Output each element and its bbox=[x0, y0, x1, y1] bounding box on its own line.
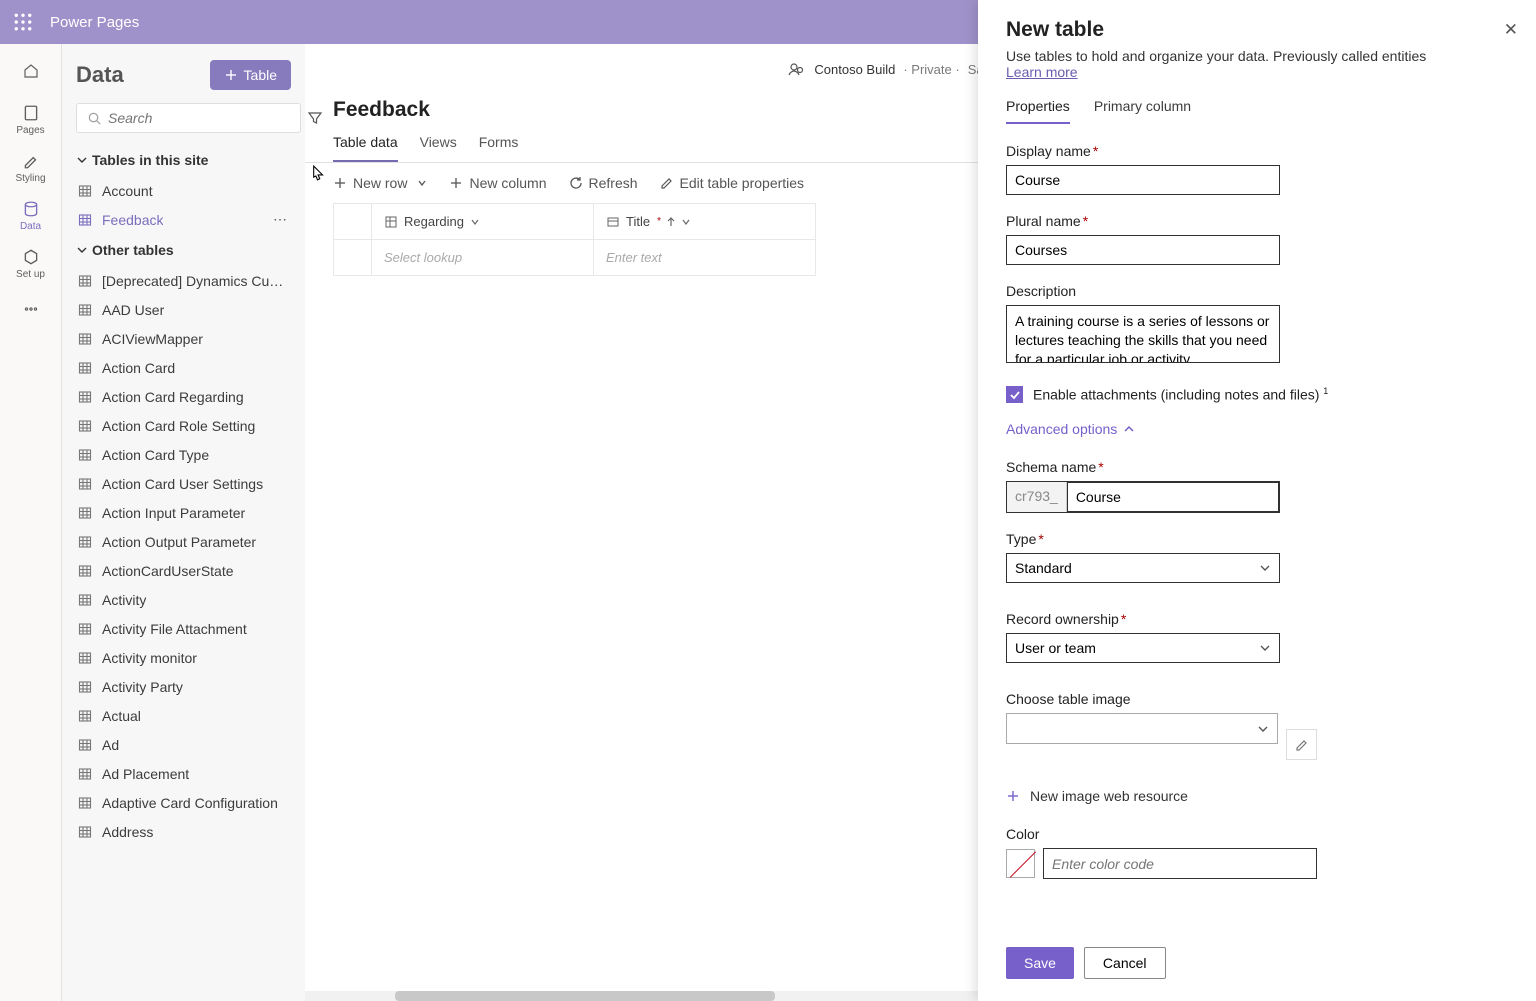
cursor-pointer-icon bbox=[308, 165, 326, 187]
color-swatch[interactable] bbox=[1006, 849, 1035, 878]
select-all-checkbox[interactable] bbox=[334, 204, 372, 240]
cell-text[interactable]: Enter text bbox=[594, 240, 816, 276]
table-item[interactable]: Action Card Role Setting bbox=[62, 411, 301, 440]
close-icon[interactable]: ✕ bbox=[1504, 20, 1518, 40]
label-color: Color bbox=[1006, 826, 1508, 842]
table-item[interactable]: Activity bbox=[62, 585, 301, 614]
save-button[interactable]: Save bbox=[1006, 947, 1074, 979]
checkbox-attachments[interactable] bbox=[1006, 386, 1023, 403]
label-type: Type* bbox=[1006, 531, 1508, 547]
group-site-tables[interactable]: Tables in this site bbox=[62, 144, 301, 176]
table-item[interactable]: Action Card bbox=[62, 353, 301, 382]
left-nav-rail: Pages Styling Data Set up bbox=[0, 44, 62, 1001]
input-display-name[interactable] bbox=[1006, 165, 1280, 195]
table-item[interactable]: Action Output Parameter bbox=[62, 527, 301, 556]
edit-properties-button[interactable]: Edit table properties bbox=[660, 175, 805, 191]
sidebar-title: Data bbox=[76, 62, 124, 88]
table-item[interactable]: ACIViewMapper bbox=[62, 324, 301, 353]
new-row-chevron[interactable] bbox=[417, 178, 427, 188]
table-item[interactable]: Action Card User Settings bbox=[62, 469, 301, 498]
rail-pages[interactable]: Pages bbox=[0, 96, 61, 144]
table-item[interactable]: Actual bbox=[62, 701, 301, 730]
select-ownership[interactable]: User or team bbox=[1006, 633, 1280, 663]
filter-button[interactable] bbox=[307, 102, 323, 134]
rail-data[interactable]: Data bbox=[0, 192, 61, 240]
cell-lookup[interactable]: Select lookup bbox=[372, 240, 594, 276]
edit-image-button[interactable] bbox=[1286, 729, 1317, 760]
rail-more[interactable] bbox=[0, 292, 61, 329]
tab-primary-column[interactable]: Primary column bbox=[1094, 98, 1191, 124]
waffle-icon[interactable] bbox=[14, 13, 32, 31]
tab-properties[interactable]: Properties bbox=[1006, 98, 1070, 124]
column-title[interactable]: Title* bbox=[594, 204, 816, 240]
table-item[interactable]: Ad bbox=[62, 730, 301, 759]
table-item[interactable]: Activity Party bbox=[62, 672, 301, 701]
refresh-button[interactable]: Refresh bbox=[569, 175, 638, 191]
label-description: Description bbox=[1006, 283, 1508, 299]
row-checkbox[interactable] bbox=[334, 240, 372, 276]
label-plural-name: Plural name* bbox=[1006, 213, 1508, 229]
label-choose-image: Choose table image bbox=[1006, 691, 1508, 707]
cancel-button[interactable]: Cancel bbox=[1084, 947, 1166, 979]
search-input[interactable] bbox=[76, 103, 301, 133]
table-item[interactable]: Account⋯ bbox=[62, 176, 301, 205]
tab-forms[interactable]: Forms bbox=[479, 134, 519, 162]
table-item[interactable]: Action Card Regarding bbox=[62, 382, 301, 411]
new-row-button[interactable]: New row bbox=[333, 175, 407, 191]
table-item[interactable]: Activity monitor bbox=[62, 643, 301, 672]
table-item[interactable]: ActionCardUserState bbox=[62, 556, 301, 585]
select-type[interactable]: Standard bbox=[1006, 553, 1280, 583]
label-display-name: Display name* bbox=[1006, 143, 1508, 159]
rail-setup[interactable]: Set up bbox=[0, 240, 61, 288]
new-image-resource-button[interactable]: New image web resource bbox=[1006, 788, 1188, 804]
advanced-options-toggle[interactable]: Advanced options bbox=[1006, 421, 1135, 437]
table-item[interactable]: [Deprecated] Dynamics Cust... bbox=[62, 266, 301, 295]
tab-table-data[interactable]: Table data bbox=[333, 134, 398, 162]
input-schema-name[interactable] bbox=[1067, 482, 1279, 512]
table-item[interactable]: Feedback⋯ bbox=[62, 205, 301, 234]
table-item[interactable]: AAD User bbox=[62, 295, 301, 324]
learn-more-link[interactable]: Learn more bbox=[1006, 64, 1078, 80]
group-other-tables[interactable]: Other tables bbox=[62, 234, 301, 266]
label-ownership: Record ownership* bbox=[1006, 611, 1508, 627]
table-item[interactable]: Address bbox=[62, 817, 301, 846]
label-schema: Schema name* bbox=[1006, 459, 1508, 475]
new-column-button[interactable]: New column bbox=[449, 175, 546, 191]
label-attachments: Enable attachments (including notes and … bbox=[1033, 386, 1328, 403]
table-item[interactable]: Ad Placement bbox=[62, 759, 301, 788]
select-table-image[interactable] bbox=[1006, 713, 1278, 744]
table-item[interactable]: Action Input Parameter bbox=[62, 498, 301, 527]
input-description[interactable] bbox=[1006, 305, 1280, 363]
table-item[interactable]: Action Card Type bbox=[62, 440, 301, 469]
rail-home[interactable] bbox=[0, 56, 61, 86]
new-table-button[interactable]: Table bbox=[210, 60, 291, 90]
panel-desc: Use tables to hold and organize your dat… bbox=[1006, 48, 1508, 64]
input-color[interactable] bbox=[1043, 848, 1317, 879]
tab-views[interactable]: Views bbox=[420, 134, 457, 162]
column-regarding[interactable]: Regarding bbox=[372, 204, 594, 240]
data-grid: Regarding Title* bbox=[333, 203, 816, 276]
table-item[interactable]: Activity File Attachment bbox=[62, 614, 301, 643]
app-title: Power Pages bbox=[50, 14, 139, 31]
input-plural-name[interactable] bbox=[1006, 235, 1280, 265]
rail-styling[interactable]: Styling bbox=[0, 144, 61, 192]
table-item[interactable]: Adaptive Card Configuration bbox=[62, 788, 301, 817]
data-sidebar: Data Table Tables in this site Account⋯F… bbox=[62, 44, 305, 1001]
new-table-panel: ✕ New table Use tables to hold and organ… bbox=[978, 0, 1536, 1001]
schema-prefix: cr793_ bbox=[1007, 482, 1067, 512]
panel-title: New table bbox=[1006, 18, 1508, 42]
